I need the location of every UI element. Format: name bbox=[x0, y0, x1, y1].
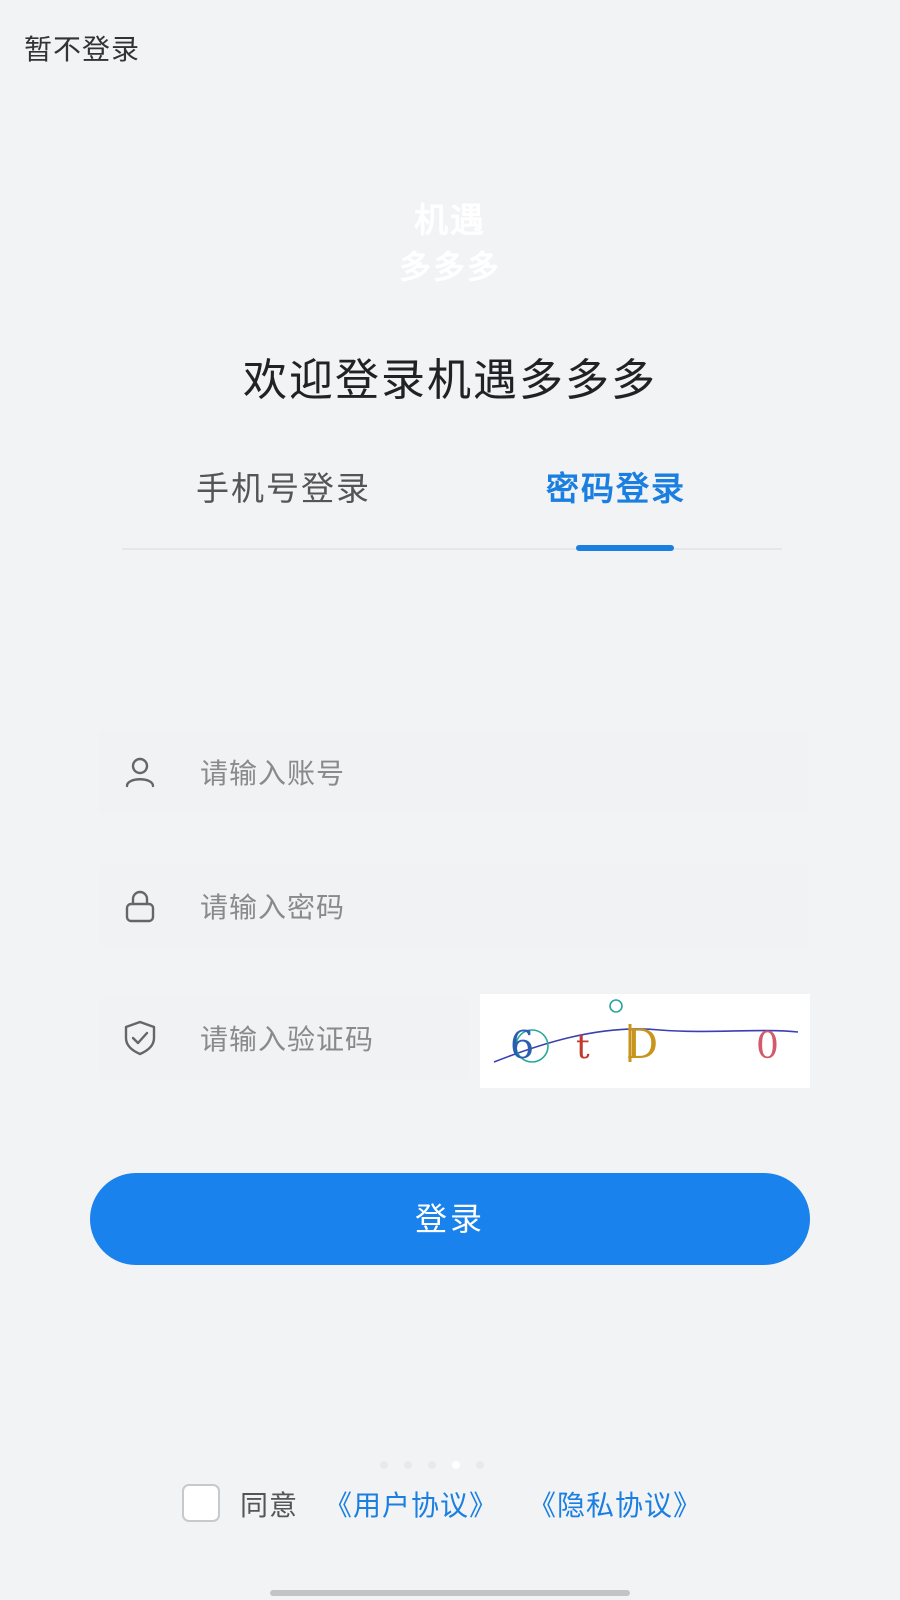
captcha-input[interactable]: 请输入验证码 bbox=[98, 996, 470, 1080]
captcha-char-2: t bbox=[576, 1027, 590, 1067]
carousel-dot bbox=[404, 1461, 412, 1469]
carousel-dot bbox=[380, 1461, 388, 1469]
login-button[interactable]: 登录 bbox=[90, 1173, 810, 1265]
shield-check-icon bbox=[124, 1020, 156, 1056]
account-input[interactable]: 请输入账号 bbox=[98, 730, 808, 814]
user-agreement-link[interactable]: 《用户协议》 bbox=[324, 1484, 498, 1524]
agreement-checkbox[interactable] bbox=[182, 1484, 220, 1522]
captcha-image[interactable]: 6 t D 0 bbox=[480, 994, 810, 1088]
skip-login-link[interactable]: 暂不登录 bbox=[24, 28, 140, 68]
login-tabs: 手机号登录 密码登录 bbox=[122, 452, 782, 551]
carousel-indicator bbox=[380, 1458, 530, 1472]
account-placeholder: 请输入账号 bbox=[200, 757, 346, 790]
password-placeholder: 请输入密码 bbox=[200, 891, 346, 924]
carousel-dot-active bbox=[452, 1461, 460, 1469]
privacy-agreement-link[interactable]: 《隐私协议》 bbox=[528, 1484, 702, 1524]
carousel-dot bbox=[428, 1461, 436, 1469]
logo-line-1: 机遇 bbox=[414, 201, 486, 241]
tab-password-login[interactable]: 密码登录 bbox=[546, 462, 686, 510]
captcha-char-3: D bbox=[626, 1022, 658, 1068]
captcha-char-4: 0 bbox=[756, 1026, 779, 1067]
lock-icon bbox=[125, 890, 155, 923]
carousel-dot bbox=[476, 1461, 484, 1469]
tab-phone-login[interactable]: 手机号登录 bbox=[196, 462, 371, 510]
logo-line-2: 多多多 bbox=[398, 248, 501, 286]
captcha-char-1: 6 bbox=[510, 1023, 534, 1067]
agreement-text: 同意 bbox=[240, 1489, 299, 1522]
captcha-placeholder: 请输入验证码 bbox=[200, 1023, 375, 1056]
password-input[interactable]: 请输入密码 bbox=[98, 864, 808, 948]
active-tab-indicator bbox=[576, 545, 674, 551]
user-icon bbox=[125, 757, 155, 788]
welcome-title: 欢迎登录机遇多多多 bbox=[243, 355, 657, 406]
app-logo: 机遇 多多多 bbox=[0, 198, 900, 290]
home-indicator[interactable] bbox=[270, 1590, 630, 1596]
